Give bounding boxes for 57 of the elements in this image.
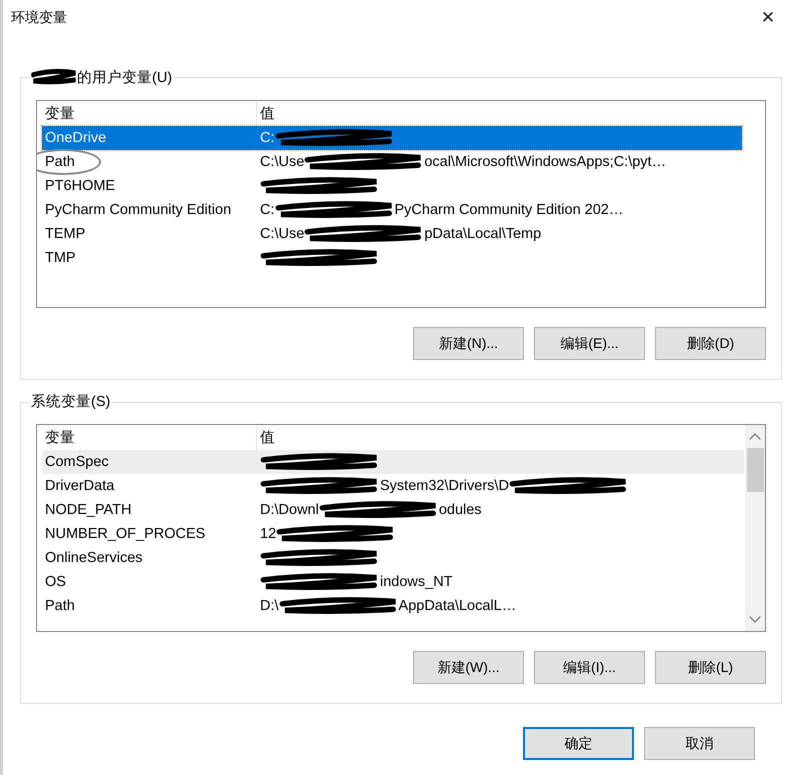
list-row[interactable]: Path D:\ AppData\LocalL… bbox=[42, 594, 744, 618]
variable-value: C:\Use bbox=[260, 153, 304, 172]
list-row[interactable]: Path C:\Use ocal\Microsoft\WindowsApps;C:\pyt… bbox=[42, 150, 764, 174]
variable-value: 12 bbox=[260, 525, 276, 544]
list-row[interactable]: TMP bbox=[42, 246, 764, 270]
variable-value: PyCharm Community Edition 202… bbox=[394, 201, 624, 220]
list-row[interactable]: TEMP C:\Use pData\Local\Temp bbox=[42, 222, 764, 246]
variable-value: D:\Downl bbox=[260, 501, 319, 520]
list-row[interactable]: OneDrive C: bbox=[42, 126, 742, 150]
variable-name: NUMBER_OF_PROCES bbox=[44, 525, 206, 544]
list-row[interactable]: PT6HOME bbox=[42, 174, 764, 198]
variable-name: Path bbox=[44, 153, 76, 172]
scroll-thumb[interactable] bbox=[746, 448, 764, 492]
action-button[interactable]: 删除(D) bbox=[655, 327, 766, 360]
action-button[interactable]: 编辑(E)... bbox=[534, 327, 645, 360]
group-title: 系统变量(S) bbox=[31, 392, 110, 411]
list-row[interactable]: NODE_PATH D:\Downl odules bbox=[42, 498, 744, 522]
list-row[interactable]: NUMBER_OF_PROCES 12 bbox=[42, 522, 744, 546]
close-button[interactable]: ✕ bbox=[745, 0, 791, 36]
variable-value: C: bbox=[260, 129, 274, 148]
list-row[interactable]: OnlineServices bbox=[42, 546, 744, 570]
variable-value: C:\Use bbox=[260, 225, 304, 244]
variable-name: PyCharm Community Edition bbox=[44, 201, 232, 220]
scrollbar[interactable] bbox=[745, 425, 765, 631]
variable-value: D:\ bbox=[260, 597, 279, 616]
action-button[interactable]: 删除(L) bbox=[655, 651, 766, 684]
variable-name: TMP bbox=[44, 249, 77, 268]
variable-name: TEMP bbox=[44, 225, 86, 244]
group-title: 的用户变量(U) bbox=[77, 68, 172, 86]
window-title: 环境变量 bbox=[11, 9, 67, 27]
list-row[interactable]: ComSpec bbox=[42, 450, 744, 474]
variable-value: odules bbox=[438, 501, 482, 520]
variable-name: OneDrive bbox=[44, 129, 108, 148]
list-row[interactable]: PyCharm Community Edition C: PyCharm Community Edition 202… bbox=[42, 198, 764, 222]
variable-value: C: bbox=[260, 201, 274, 220]
column-header[interactable]: 值 bbox=[257, 426, 744, 450]
variable-name: PT6HOME bbox=[44, 177, 116, 196]
variable-name: NODE_PATH bbox=[44, 501, 132, 520]
column-header[interactable]: 值 bbox=[257, 102, 764, 126]
cancel-button[interactable]: 取消 bbox=[644, 727, 755, 760]
action-button[interactable]: 编辑(I)... bbox=[534, 651, 645, 684]
action-button[interactable]: 新建(N)... bbox=[413, 327, 524, 360]
action-button[interactable]: 新建(W)... bbox=[413, 651, 524, 684]
variable-name: Path bbox=[44, 597, 76, 616]
variable-name: OS bbox=[44, 573, 67, 592]
variable-value: ocal\Microsoft\WindowsApps;C:\pyt… bbox=[424, 153, 666, 172]
variable-name: ComSpec bbox=[44, 453, 110, 472]
variable-value: indows_NT bbox=[380, 573, 453, 592]
variable-value: System32\Drivers\D bbox=[380, 477, 509, 496]
redaction-scribble bbox=[31, 67, 77, 87]
variable-value: pData\Local\Temp bbox=[424, 225, 542, 244]
variable-name: OnlineServices bbox=[44, 549, 144, 568]
variable-value: AppData\LocalL… bbox=[398, 597, 516, 616]
list-row[interactable]: DriverData System32\Drivers\D bbox=[42, 474, 744, 498]
list-row[interactable]: OS indows_NT bbox=[42, 570, 744, 594]
ok-button[interactable]: 确定 bbox=[523, 727, 634, 760]
variable-name: DriverData bbox=[44, 477, 116, 496]
